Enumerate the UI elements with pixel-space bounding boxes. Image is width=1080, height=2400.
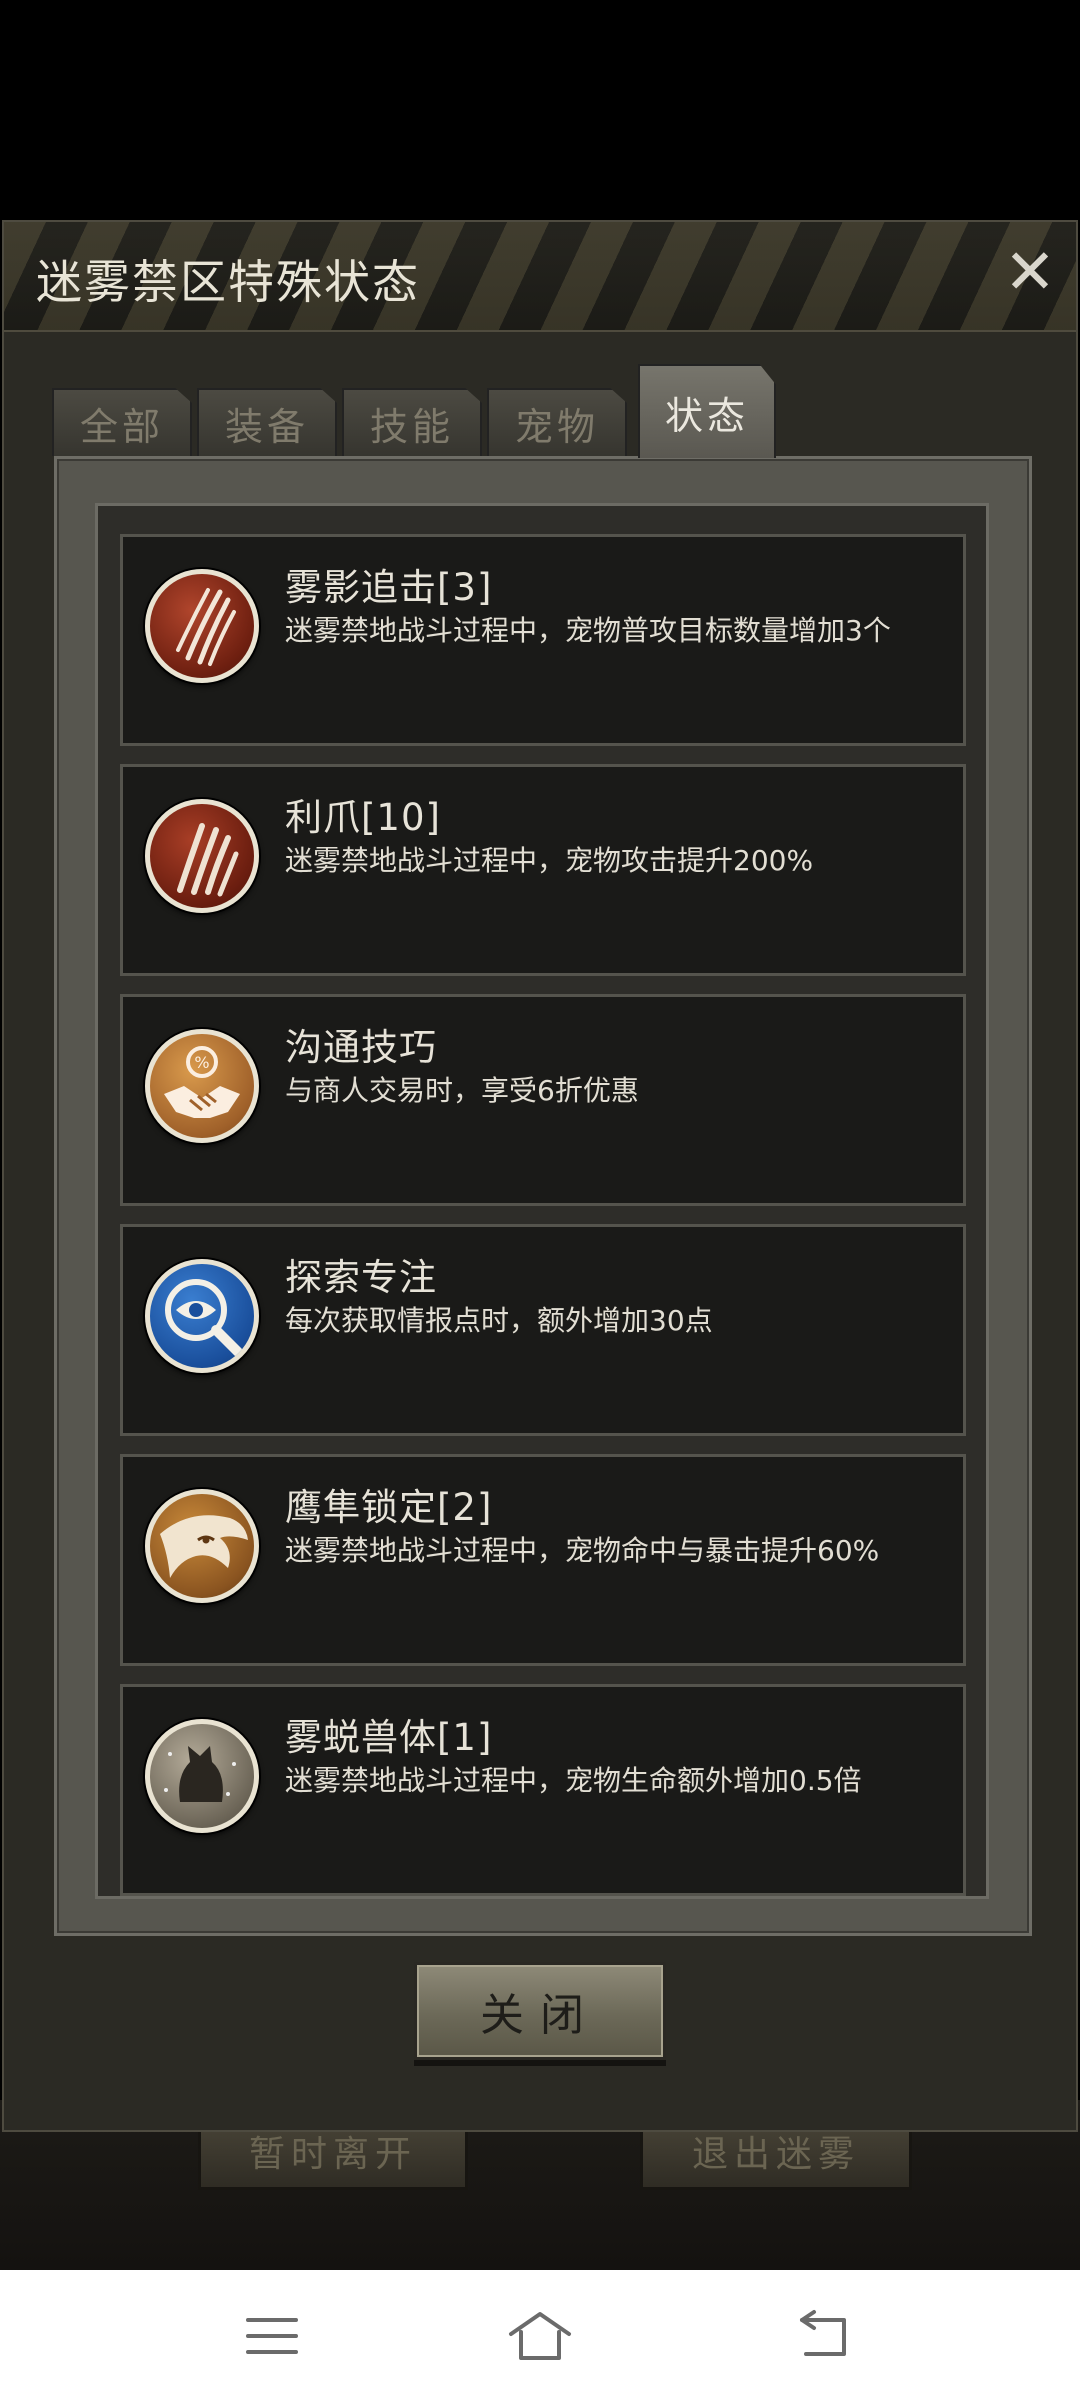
status-item[interactable]: 探索专注 每次获取情报点时，额外增加30点 xyxy=(120,1224,966,1436)
status-item[interactable]: 鹰隼锁定[2] 迷雾禁地战斗过程中，宠物命中与暴击提升60% xyxy=(120,1454,966,1666)
status-description: 迷雾禁地战斗过程中，宠物普攻目标数量增加3个 xyxy=(285,614,891,647)
status-name: 鹰隼锁定[2] xyxy=(285,1486,493,1529)
status-item[interactable]: 雾影追击[3] 迷雾禁地战斗过程中，宠物普攻目标数量增加3个 xyxy=(120,534,966,746)
status-panel: 雾影追击[3] 迷雾禁地战斗过程中，宠物普攻目标数量增加3个 利爪[10] 迷雾… xyxy=(54,456,1032,1936)
status-description: 迷雾禁地战斗过程中，宠物生命额外增加0.5倍 xyxy=(285,1764,862,1797)
status-name: 雾蜕兽体[1] xyxy=(285,1716,493,1759)
status-description: 迷雾禁地战斗过程中，宠物攻击提升200% xyxy=(285,844,814,877)
system-nav-bar xyxy=(0,2270,1080,2400)
close-button[interactable]: 关闭 xyxy=(414,1962,666,2060)
tab-equipment[interactable]: 装备 xyxy=(197,388,337,456)
tab-all[interactable]: 全部 xyxy=(52,388,192,456)
status-list[interactable]: 雾影追击[3] 迷雾禁地战斗过程中，宠物普攻目标数量增加3个 利爪[10] 迷雾… xyxy=(95,503,989,1899)
claws-icon xyxy=(145,799,259,913)
status-name: 利爪[10] xyxy=(285,796,441,839)
eagle-icon xyxy=(145,1489,259,1603)
wolf-icon xyxy=(145,1719,259,1833)
special-status-dialog: 迷雾禁区特殊状态 ✕ 全部 装备 技能 宠物 状态 雾影追击[3] 迷雾禁地战斗… xyxy=(2,220,1078,2132)
dialog-title-bar: 迷雾禁区特殊状态 ✕ xyxy=(4,222,1076,332)
svg-text:%: % xyxy=(194,1053,209,1072)
back-icon[interactable] xyxy=(792,2308,852,2364)
status-item[interactable]: 利爪[10] 迷雾禁地战斗过程中，宠物攻击提升200% xyxy=(120,764,966,976)
tab-pets[interactable]: 宠物 xyxy=(487,388,627,456)
home-icon[interactable] xyxy=(505,2308,575,2364)
menu-icon[interactable] xyxy=(242,2308,302,2364)
status-name: 雾影追击[3] xyxy=(285,566,493,609)
eye-magnifier-icon xyxy=(145,1259,259,1373)
close-icon[interactable]: ✕ xyxy=(998,240,1062,304)
status-description: 迷雾禁地战斗过程中，宠物命中与暴击提升60% xyxy=(285,1534,880,1567)
status-description: 与商人交易时，享受6折优惠 xyxy=(285,1074,639,1107)
dialog-title: 迷雾禁区特殊状态 xyxy=(36,255,420,309)
tab-bar: 全部 装备 技能 宠物 状态 xyxy=(52,364,792,458)
claw-slash-icon xyxy=(145,569,259,683)
status-item[interactable]: % 沟通技巧 与商人交易时，享受6折优惠 xyxy=(120,994,966,1206)
tab-status[interactable]: 状态 xyxy=(638,364,776,458)
status-name: 探索专注 xyxy=(285,1256,437,1299)
handshake-discount-icon: % xyxy=(145,1029,259,1143)
status-description: 每次获取情报点时，额外增加30点 xyxy=(285,1304,713,1337)
status-name: 沟通技巧 xyxy=(285,1026,437,1069)
status-item[interactable]: 雾蜕兽体[1] 迷雾禁地战斗过程中，宠物生命额外增加0.5倍 xyxy=(120,1684,966,1896)
top-letterbox xyxy=(0,0,1080,220)
tab-skills[interactable]: 技能 xyxy=(342,388,482,456)
